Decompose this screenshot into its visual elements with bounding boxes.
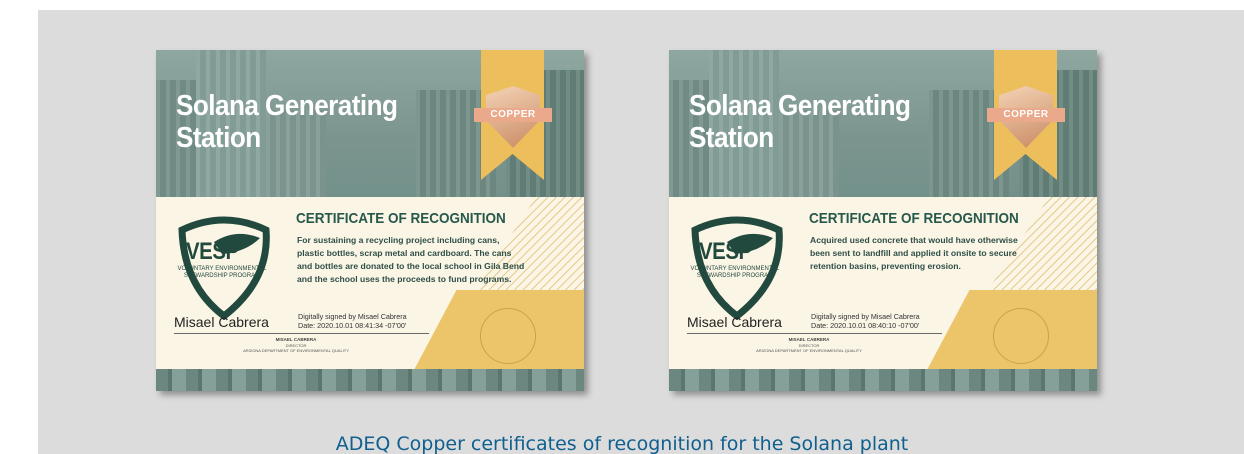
digital-signature-date: Date: 2020.10.01 08:40:10 -07'00'	[811, 321, 920, 330]
digital-signature-line: Digitally signed by Misael Cabrera	[298, 312, 407, 321]
site-title: Solana Generating Station	[689, 90, 911, 154]
certificate-concrete: COPPER Solana Generating Station VESP VO…	[669, 50, 1097, 391]
signature-line	[687, 333, 942, 334]
certificate-heading: CERTIFICATE OF RECOGNITION	[809, 210, 1019, 227]
certificate-body-text: For sustaining a recycling project inclu…	[297, 235, 525, 284]
cityscape-footer	[156, 369, 584, 391]
badge-label: COPPER	[987, 108, 1065, 122]
digital-signature-line: Digitally signed by Misael Cabrera	[811, 312, 920, 321]
signer-name: Misael Cabrera	[687, 314, 782, 330]
digital-signature: Digitally signed by Misael Cabrera Date:…	[298, 312, 448, 330]
badge-label: COPPER	[474, 108, 552, 122]
seal-circle	[480, 308, 536, 364]
signature-line	[174, 333, 429, 334]
signer-caps-name: MISAEL CABRERA	[275, 337, 317, 342]
signer-department: ARIZONA DEPARTMENT OF ENVIRONMENTAL QUAL…	[243, 348, 349, 353]
certificate-heading: CERTIFICATE OF RECOGNITION	[296, 210, 506, 227]
signer-caps-name: MISAEL CABRERA	[788, 337, 830, 342]
signer-department: ARIZONA DEPARTMENT OF ENVIRONMENTAL QUAL…	[756, 348, 862, 353]
certificate-body-text: Acquired used concrete that would have o…	[810, 235, 1018, 271]
digital-signature-date: Date: 2020.10.01 08:41:34 -07'00'	[298, 321, 407, 330]
cityscape-footer	[669, 369, 1097, 391]
vesp-logo-text: VESP	[186, 238, 239, 265]
digital-signature: Digitally signed by Misael Cabrera Date:…	[811, 312, 961, 330]
program-full-name: VOLUNTARY ENVIRONMENTAL STEWARDSHIP PROG…	[690, 266, 780, 279]
program-full-name: VOLUNTARY ENVIRONMENTAL STEWARDSHIP PROG…	[177, 266, 267, 279]
certificate-recycling: COPPER Solana Generating Station VESP VO…	[156, 50, 584, 391]
signer-name: Misael Cabrera	[174, 314, 269, 330]
image-caption: ADEQ Copper certificates of recognition …	[335, 433, 909, 454]
seal-circle	[993, 308, 1049, 364]
site-title: Solana Generating Station	[176, 90, 398, 154]
vesp-logo-text: VESP	[699, 238, 752, 265]
